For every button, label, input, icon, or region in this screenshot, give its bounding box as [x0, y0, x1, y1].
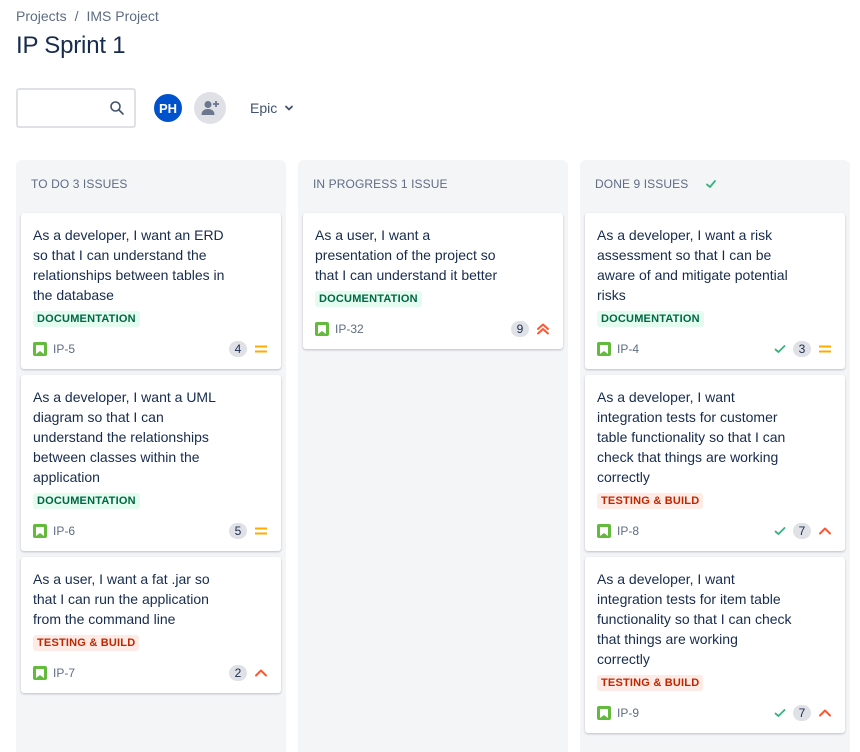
- story-icon: [597, 342, 611, 356]
- add-people-button[interactable]: [194, 92, 226, 124]
- card-summary: As a developer, I want a risk assessment…: [597, 227, 788, 303]
- story-icon: [597, 524, 611, 538]
- card-footer: IP-8 7: [597, 521, 833, 541]
- check-icon: [706, 180, 717, 188]
- card-summary: As a developer, I want integration tests…: [597, 571, 792, 667]
- check-icon: [774, 709, 786, 717]
- chevron-down-icon: [285, 105, 294, 111]
- priority-medium-icon: [255, 527, 267, 535]
- priority-medium-icon: [819, 345, 831, 353]
- story-icon: [597, 706, 611, 720]
- card-footer: IP-32 9: [315, 319, 551, 339]
- story-points-badge: 2: [229, 665, 247, 681]
- story-points-badge: 7: [793, 523, 811, 539]
- card-summary: As a developer, I want a UML diagram so …: [33, 389, 216, 485]
- story-points-badge: 7: [793, 705, 811, 721]
- story-icon: [315, 322, 329, 336]
- sprint-board: TO DO 3 ISSUES As a developer, I want an…: [16, 160, 850, 752]
- label-lozenge: DOCUMENTATION: [33, 311, 140, 327]
- card-summary: As a user, I want a presentation of the …: [315, 227, 498, 283]
- card-footer: IP-4 3: [597, 339, 833, 359]
- story-points-badge: 5: [229, 523, 247, 539]
- column-title: DONE 9 ISSUES: [595, 177, 689, 191]
- issue-card[interactable]: As a user, I want a fat .jar so that I c…: [21, 557, 281, 693]
- search-icon: [110, 101, 124, 115]
- epic-filter-dropdown[interactable]: Epic: [242, 88, 303, 128]
- issue-key[interactable]: IP-4: [617, 342, 639, 356]
- user-avatar[interactable]: PH: [152, 92, 184, 124]
- label-lozenge: DOCUMENTATION: [597, 311, 704, 327]
- card-footer: IP-5 4: [33, 339, 269, 359]
- issue-key[interactable]: IP-5: [53, 342, 75, 356]
- card-footer: IP-9 7: [597, 703, 833, 723]
- column-header-in-progress: IN PROGRESS 1 ISSUE: [303, 160, 563, 208]
- issue-key[interactable]: IP-8: [617, 524, 639, 538]
- column-title: IN PROGRESS 1 ISSUE: [313, 177, 448, 191]
- card-summary: As a developer, I want integration tests…: [597, 389, 786, 485]
- story-points-badge: 9: [511, 321, 529, 337]
- label-lozenge: TESTING & BUILD: [33, 635, 140, 651]
- column-in-progress: IN PROGRESS 1 ISSUE As a user, I want a …: [298, 160, 568, 752]
- issue-card[interactable]: As a user, I want a presentation of the …: [303, 213, 563, 349]
- issue-card[interactable]: As a developer, I want integration tests…: [585, 557, 845, 733]
- column-header-done: DONE 9 ISSUES: [585, 160, 845, 208]
- card-footer: IP-7 2: [33, 663, 269, 683]
- story-icon: [33, 524, 47, 538]
- story-points-badge: 4: [229, 341, 247, 357]
- card-summary: As a user, I want a fat .jar so that I c…: [33, 571, 210, 627]
- story-points-badge: 3: [793, 341, 811, 357]
- issue-card[interactable]: As a developer, I want a UML diagram so …: [21, 375, 281, 551]
- issue-card[interactable]: As a developer, I want a risk assessment…: [585, 213, 845, 369]
- story-icon: [33, 342, 47, 356]
- priority-highest-icon: [537, 323, 549, 335]
- breadcrumb-projects[interactable]: Projects: [16, 8, 67, 24]
- issue-card[interactable]: As a developer, I want integration tests…: [585, 375, 845, 551]
- epic-filter-label: Epic: [250, 100, 278, 116]
- breadcrumb: Projects / IMS Project: [16, 8, 159, 24]
- label-lozenge: DOCUMENTATION: [315, 291, 422, 307]
- check-icon: [774, 527, 786, 535]
- column-header-todo: TO DO 3 ISSUES: [21, 160, 281, 208]
- search-input[interactable]: [26, 90, 112, 124]
- issue-key[interactable]: IP-9: [617, 706, 639, 720]
- page-title: IP Sprint 1: [16, 32, 126, 59]
- card-summary: As a developer, I want an ERD so that I …: [33, 227, 225, 303]
- issue-key[interactable]: IP-32: [335, 322, 364, 336]
- issue-key[interactable]: IP-7: [53, 666, 75, 680]
- issue-card[interactable]: As a developer, I want an ERD so that I …: [21, 213, 281, 369]
- issue-key[interactable]: IP-6: [53, 524, 75, 538]
- priority-high-icon: [819, 527, 831, 535]
- label-lozenge: TESTING & BUILD: [597, 675, 704, 691]
- priority-high-icon: [819, 709, 831, 717]
- label-lozenge: DOCUMENTATION: [33, 493, 140, 509]
- column-title: TO DO 3 ISSUES: [31, 177, 128, 191]
- search-box[interactable]: [16, 88, 136, 128]
- column-done: DONE 9 ISSUES As a developer, I want a r…: [580, 160, 850, 752]
- priority-medium-icon: [255, 345, 267, 353]
- column-todo: TO DO 3 ISSUES As a developer, I want an…: [16, 160, 286, 752]
- breadcrumb-separator: /: [74, 8, 79, 24]
- story-icon: [33, 666, 47, 680]
- board-toolbar: PH Epic: [16, 88, 294, 128]
- label-lozenge: TESTING & BUILD: [597, 493, 704, 509]
- priority-high-icon: [255, 669, 267, 677]
- card-footer: IP-6 5: [33, 521, 269, 541]
- add-person-icon: [201, 101, 219, 115]
- check-icon: [774, 345, 786, 353]
- breadcrumb-ims-project[interactable]: IMS Project: [86, 8, 158, 24]
